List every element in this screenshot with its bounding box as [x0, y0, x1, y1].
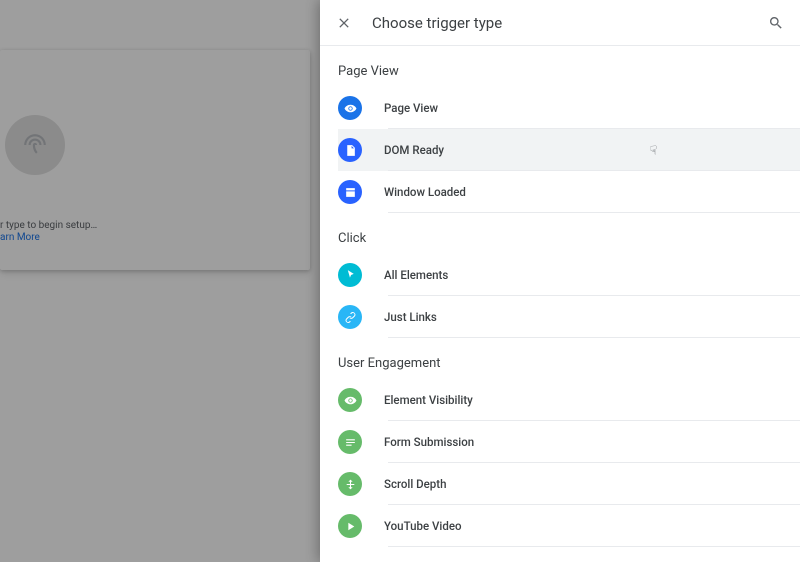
choose-trigger-panel: Choose trigger type Page View Page View DO… — [320, 0, 800, 562]
trigger-option-label: Scroll Depth — [384, 477, 446, 491]
trigger-option[interactable]: Form Submission — [338, 421, 800, 463]
doc-icon — [338, 138, 362, 162]
trigger-option[interactable]: Page View — [338, 87, 800, 129]
eye-icon — [338, 388, 362, 412]
trigger-option-label: DOM Ready — [384, 143, 444, 157]
trigger-option[interactable]: Scroll Depth — [338, 463, 800, 505]
trigger-option[interactable]: YouTube Video — [338, 505, 800, 547]
row-divider — [388, 546, 800, 547]
trigger-option-label: Element Visibility — [384, 393, 473, 407]
panel-header: Choose trigger type — [320, 0, 800, 46]
trigger-group: Click All Elements Just Links — [338, 231, 800, 338]
form-icon — [338, 430, 362, 454]
trigger-option-label: Window Loaded — [384, 185, 466, 199]
trigger-option[interactable]: Window Loaded — [338, 171, 800, 213]
row-divider — [388, 337, 800, 338]
group-label: User Engagement — [338, 356, 800, 371]
trigger-group: Page View Page View DOM Ready ☞ Window Loade… — [338, 64, 800, 213]
cursor-icon — [338, 263, 362, 287]
cursor-hand-icon: ☞ — [646, 145, 660, 156]
trigger-option-label: Page View — [384, 101, 438, 115]
trigger-option-label: YouTube Video — [384, 519, 462, 533]
panel-title: Choose trigger type — [372, 14, 502, 32]
panel-body: Page View Page View DOM Ready ☞ Window Loade… — [320, 46, 800, 562]
close-icon — [336, 15, 352, 31]
play-icon — [338, 514, 362, 538]
trigger-option[interactable]: Just Links — [338, 296, 800, 338]
trigger-group: User Engagement Element Visibility Form Su… — [338, 356, 800, 547]
trigger-option[interactable]: Element Visibility — [338, 379, 800, 421]
trigger-option-label: Just Links — [384, 310, 437, 324]
trigger-option-label: All Elements — [384, 268, 448, 282]
group-label: Click — [338, 231, 800, 246]
trigger-option-label: Form Submission — [384, 435, 474, 449]
row-divider — [388, 212, 800, 213]
search-button[interactable] — [762, 9, 790, 37]
trigger-option[interactable]: All Elements — [338, 254, 800, 296]
search-icon — [768, 15, 784, 31]
close-button[interactable] — [330, 9, 358, 37]
eye-icon — [338, 96, 362, 120]
trigger-option[interactable]: DOM Ready ☞ — [338, 129, 800, 171]
group-label: Page View — [338, 64, 800, 79]
link-icon — [338, 305, 362, 329]
window-icon — [338, 180, 362, 204]
scroll-icon — [338, 472, 362, 496]
